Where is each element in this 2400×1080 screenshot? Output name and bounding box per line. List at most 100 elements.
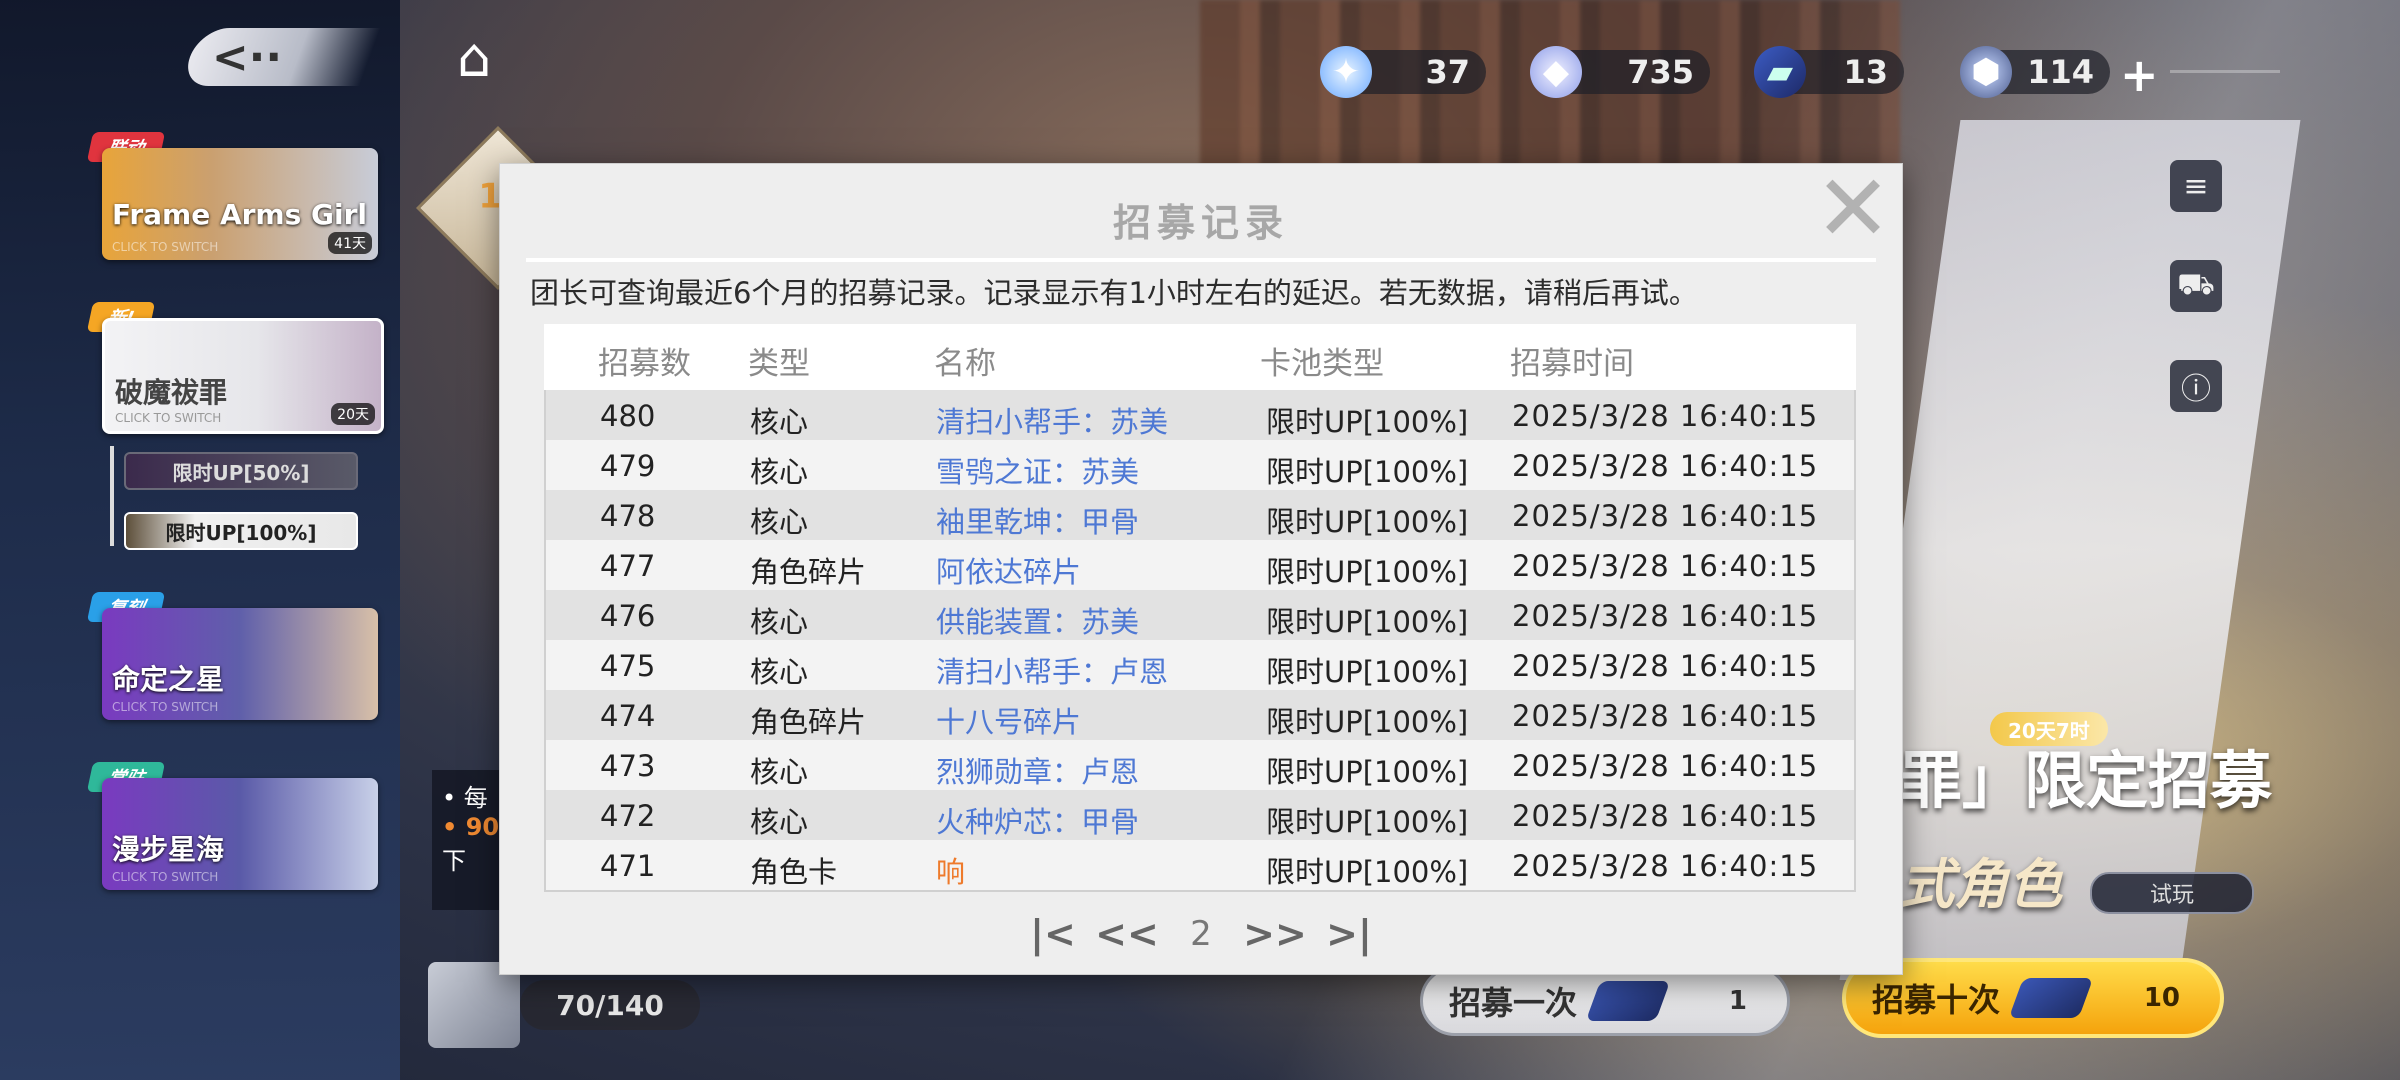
- cell-type: 角色卡: [750, 855, 838, 889]
- add-currency-button[interactable]: +: [2120, 48, 2159, 102]
- table-row: 475 核心 清扫小帮手：卢恩 限时UP[100%] 2025/3/28 16:40:1…: [546, 640, 1854, 690]
- trial-button[interactable]: 试玩: [2090, 872, 2254, 914]
- cell-pool: 限时UP[100%]: [1266, 605, 1469, 639]
- cell-time: 2025/3/28 16:40:15: [1512, 649, 1819, 683]
- energy-icon: ⬢: [1960, 46, 2012, 98]
- cell-time: 2025/3/28 16:40:15: [1512, 849, 1819, 883]
- recruit-ten-cost: 10: [2143, 983, 2180, 1013]
- cell-count: 477: [600, 549, 656, 583]
- cell-time: 2025/3/28 16:40:15: [1512, 749, 1819, 783]
- cell-time: 2025/3/28 16:40:15: [1512, 599, 1819, 633]
- cell-type: 核心: [750, 455, 809, 489]
- close-button[interactable]: ✕: [1810, 163, 1896, 255]
- cell-count: 471: [600, 849, 656, 883]
- first-page-button[interactable]: |<: [1016, 912, 1090, 956]
- promo-title: 罪」限定招募: [1900, 744, 2273, 817]
- banner-switch-hint: CLICK TO SWITCH: [112, 240, 219, 254]
- prism-icon: ◆: [1530, 46, 1582, 98]
- cell-type: 核心: [750, 805, 809, 839]
- cell-name: 清扫小帮手：卢恩: [936, 655, 1169, 689]
- cell-name: 响: [936, 855, 966, 889]
- cell-type: 角色碎片: [750, 705, 867, 739]
- cell-pool: 限时UP[100%]: [1266, 405, 1469, 439]
- cell-count: 480: [600, 399, 656, 433]
- prev-page-button[interactable]: <<: [1090, 912, 1164, 956]
- dialog-description: 团长可查询最近6个月的招募记录。记录显示有1小时左右的延迟。若无数据，请稍后再试…: [530, 276, 1698, 310]
- cell-pool: 限时UP[100%]: [1266, 755, 1469, 789]
- subpool-up-100[interactable]: 限时UP[100%]: [124, 512, 358, 550]
- currency-prism[interactable]: ◆ 735: [1530, 46, 1710, 98]
- banner-title: 命定之星: [112, 663, 225, 696]
- recruit-ten-label: 招募十次: [1872, 981, 2001, 1019]
- cell-pool: 限时UP[100%]: [1266, 855, 1469, 889]
- table-row: 479 核心 雪鸮之证：苏美 限时UP[100%] 2025/3/28 16:40:15: [546, 440, 1854, 490]
- banner-card-frame-arms-girl[interactable]: Frame Arms Girl CLICK TO SWITCH 41天: [102, 148, 378, 260]
- dialog-title: 招募记录: [1112, 201, 1289, 245]
- home-button[interactable]: ⌂: [440, 25, 508, 89]
- cell-time: 2025/3/28 16:40:15: [1512, 549, 1819, 583]
- back-button[interactable]: <··: [179, 28, 381, 86]
- cell-count: 475: [600, 649, 656, 683]
- title-divider: [526, 258, 1876, 262]
- cart-icon[interactable]: ⛟: [2170, 260, 2222, 312]
- currency-ticket[interactable]: ▰ 13: [1754, 46, 1904, 98]
- banner-card-stroll-star-sea[interactable]: 漫步星海 CLICK TO SWITCH: [102, 778, 378, 890]
- banner-card-destined-star[interactable]: 命定之星 CLICK TO SWITCH: [102, 608, 378, 720]
- column-header-type: 类型: [748, 346, 810, 382]
- topbar-divider: [2170, 70, 2280, 73]
- banner-card-pomo-fuzui[interactable]: 破魔祓罪 CLICK TO SWITCH 20天: [102, 318, 384, 434]
- supply-box-icon[interactable]: [428, 962, 520, 1048]
- table-row: 480 核心 清扫小帮手：苏美 限时UP[100%] 2025/3/28 16:40:1…: [546, 390, 1854, 440]
- currency-ticket-value: 13: [1843, 53, 1888, 91]
- subpool-connector: [110, 446, 114, 546]
- cell-pool: 限时UP[100%]: [1266, 555, 1469, 589]
- cell-time: 2025/3/28 16:40:15: [1512, 399, 1819, 433]
- cell-count: 474: [600, 699, 656, 733]
- cell-time: 2025/3/28 16:40:15: [1512, 799, 1819, 833]
- column-header-pool: 卡池类型: [1260, 346, 1384, 382]
- banner-switch-hint: CLICK TO SWITCH: [112, 700, 219, 714]
- ticket-icon: ▰: [1754, 46, 1806, 98]
- cell-time: 2025/3/28 16:40:15: [1512, 449, 1819, 483]
- cell-name: 阿依达碎片: [936, 555, 1082, 589]
- cell-type: 核心: [750, 505, 809, 539]
- column-header-count: 招募数: [598, 346, 691, 382]
- next-page-button[interactable]: >>: [1238, 912, 1312, 956]
- last-page-button[interactable]: >|: [1312, 912, 1386, 956]
- document-icon[interactable]: ≡: [2170, 160, 2222, 212]
- back-arrow-icon: <··: [212, 31, 283, 83]
- cell-type: 核心: [750, 605, 809, 639]
- table-row: 476 核心 供能装置：苏美 限时UP[100%] 2025/3/28 16:40:15: [546, 590, 1854, 640]
- cell-pool: 限时UP[100%]: [1266, 455, 1469, 489]
- cell-type: 核心: [750, 405, 809, 439]
- cell-time: 2025/3/28 16:40:15: [1512, 699, 1819, 733]
- banner-timer: 41天: [328, 232, 372, 254]
- crystal-icon: ✦: [1320, 46, 1372, 98]
- currency-crystal[interactable]: ✦ 37: [1320, 46, 1486, 98]
- currency-crystal-value: 37: [1425, 53, 1470, 91]
- ticket-icon: [2008, 978, 2094, 1018]
- banner-switch-hint: CLICK TO SWITCH: [112, 870, 219, 884]
- cell-count: 472: [600, 799, 656, 833]
- cell-type: 角色碎片: [750, 555, 867, 589]
- table-header: 招募数 类型 名称 卡池类型 招募时间: [544, 324, 1856, 393]
- table-body[interactable]: 480 核心 清扫小帮手：苏美 限时UP[100%] 2025/3/28 16:40:1…: [544, 390, 1856, 892]
- cell-type: 核心: [750, 655, 809, 689]
- pagination: |< << 2 >> >|: [500, 904, 1902, 964]
- currency-energy[interactable]: ⬢ 114: [1960, 46, 2110, 98]
- recruit-history-dialog: 招募记录 ✕ 团长可查询最近6个月的招募记录。记录显示有1小时左右的延迟。若无数…: [500, 163, 1902, 974]
- cell-count: 479: [600, 449, 656, 483]
- currency-energy-value: 114: [2027, 53, 2094, 91]
- table-row: 478 核心 袖里乾坤：甲骨 限时UP[100%] 2025/3/28 16:40:15: [546, 490, 1854, 540]
- home-icon: ⌂: [456, 25, 492, 89]
- table-row: 473 核心 烈狮勋章：卢恩 限时UP[100%] 2025/3/28 16:40:15: [546, 740, 1854, 790]
- cell-count: 478: [600, 499, 656, 533]
- trial-label: 试玩: [2149, 883, 2194, 908]
- subpool-up-50[interactable]: 限时UP[50%]: [124, 452, 358, 490]
- column-header-time: 招募时间: [1510, 346, 1634, 382]
- cell-pool: 限时UP[100%]: [1266, 655, 1469, 689]
- current-page-number: 2: [1190, 914, 1212, 954]
- cell-count: 476: [600, 599, 656, 633]
- banner-title: Frame Arms Girl: [112, 198, 368, 231]
- info-icon[interactable]: ⓘ: [2170, 360, 2222, 412]
